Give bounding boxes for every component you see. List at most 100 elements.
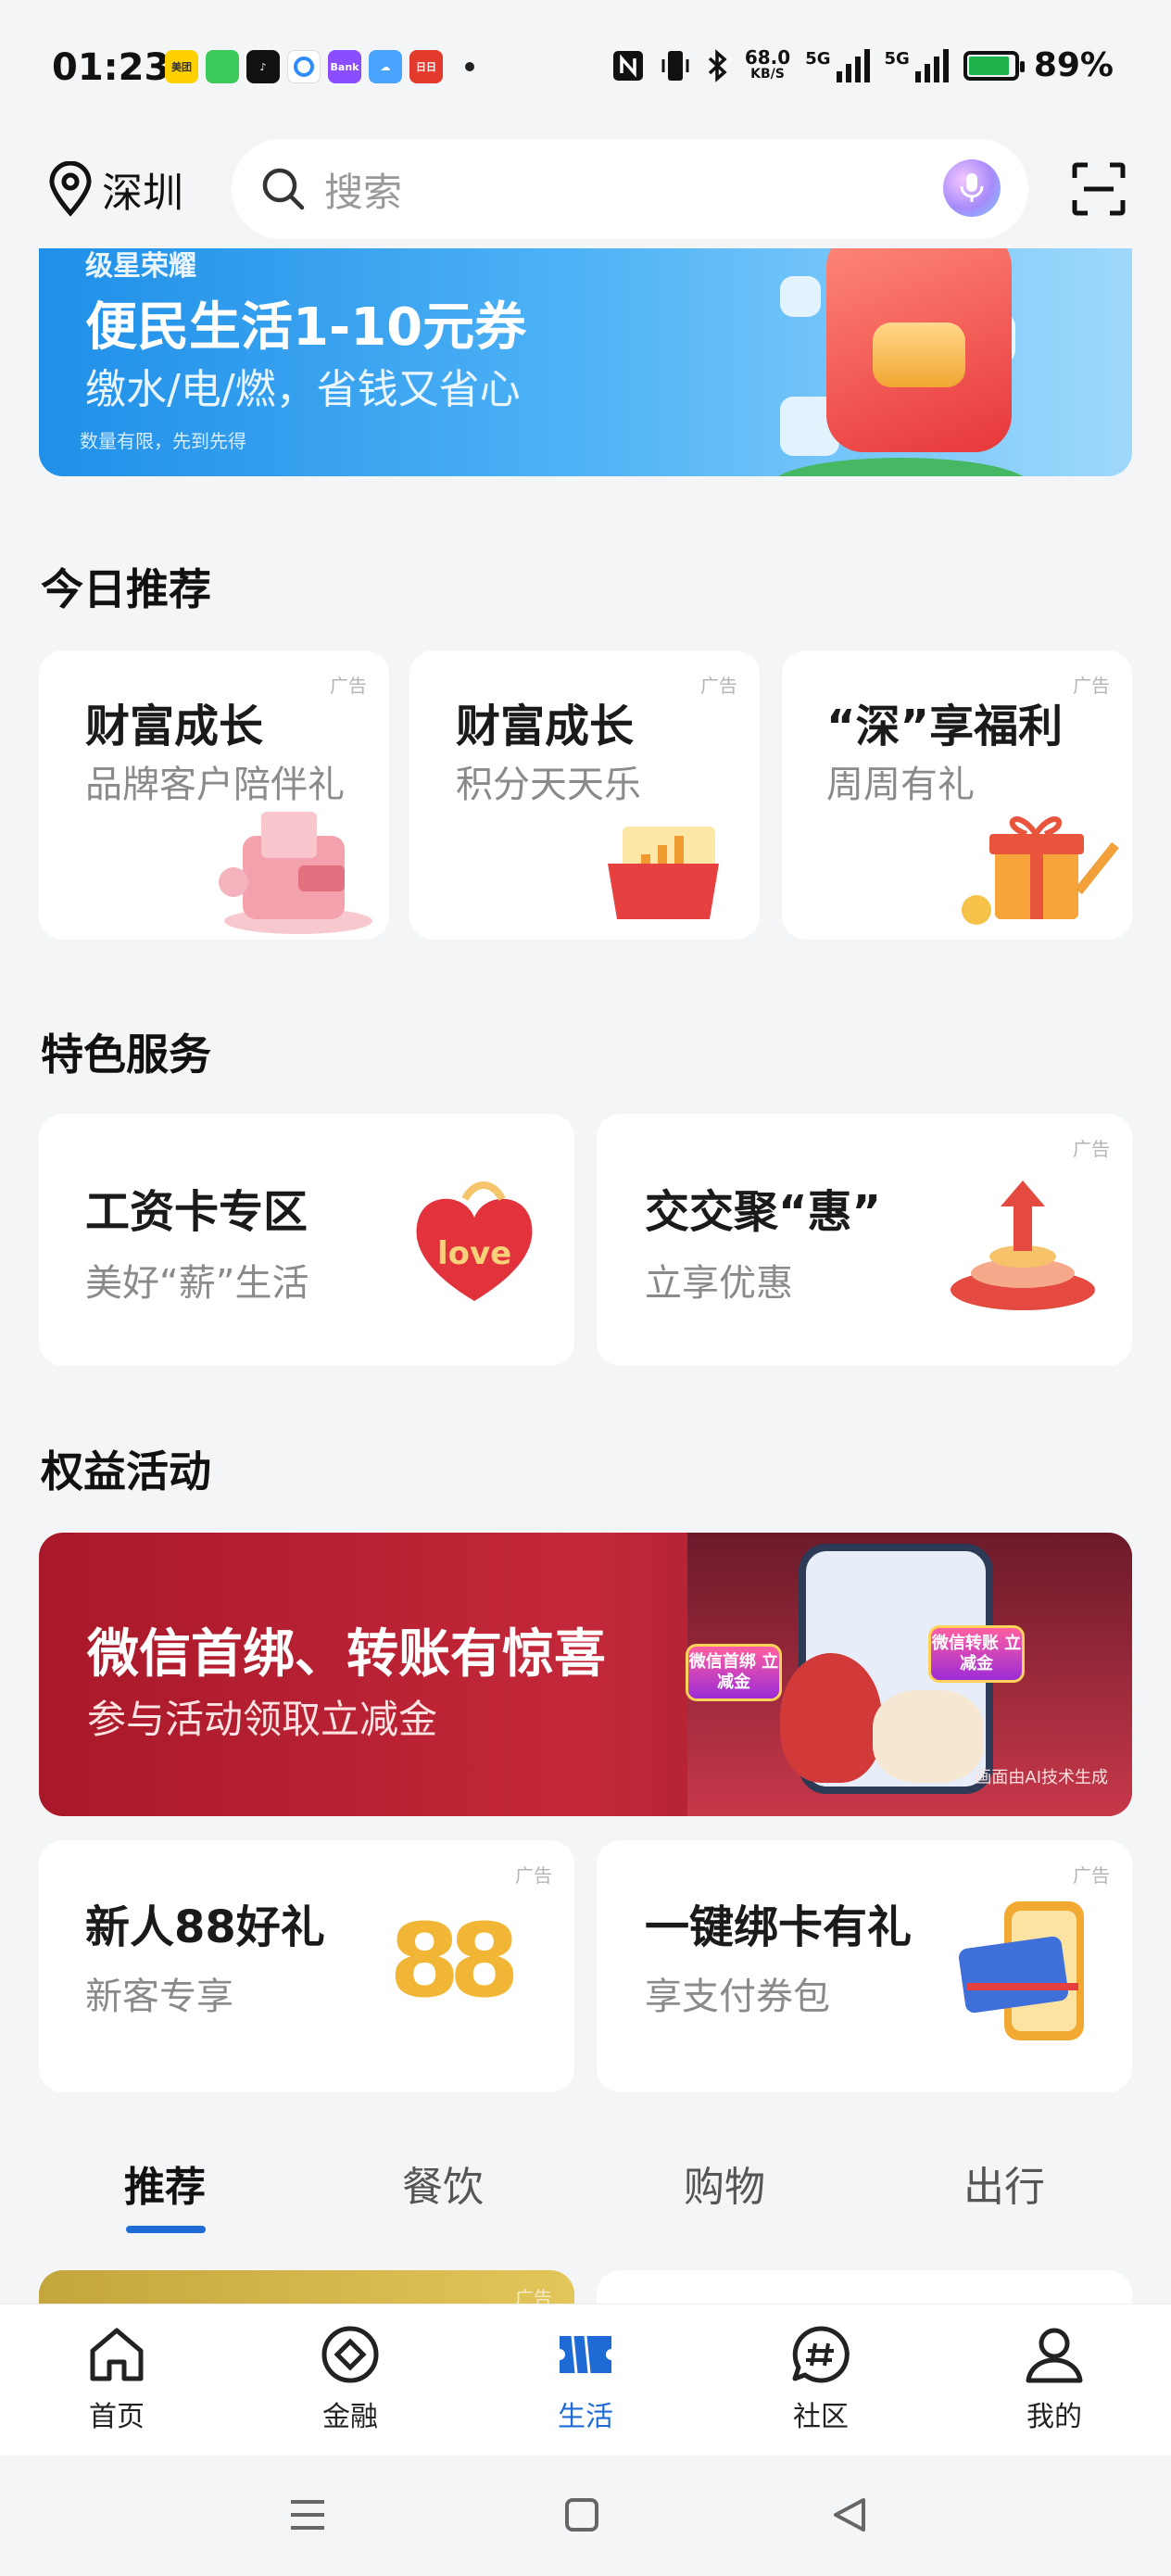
finance-icon — [321, 2326, 379, 2383]
card-title: 财富成长 — [456, 701, 635, 752]
search-bar[interactable]: 搜索 — [232, 139, 1028, 239]
back-icon[interactable] — [830, 2494, 871, 2535]
location-label: 深圳 — [102, 170, 183, 217]
today-card-3[interactable]: 广告 “深”享福利 周周有礼 — [782, 650, 1132, 940]
nav-home[interactable]: 首页 — [43, 2323, 191, 2434]
folder-chart-illustration — [608, 827, 719, 919]
tab-recommend[interactable]: 推荐 — [124, 2153, 206, 2213]
card-title: 一键绑卡有礼 — [645, 1901, 913, 1953]
ad-label: 广告 — [1073, 675, 1110, 697]
gift-box-illustration — [962, 816, 1119, 925]
ad-label: 广告 — [330, 675, 367, 697]
more-notifications-dot — [465, 62, 474, 71]
voice-search-icon[interactable] — [943, 159, 1001, 217]
location-selector[interactable]: 深圳 — [46, 159, 183, 219]
banner-title: 便民生活1-10元券 — [85, 297, 527, 358]
utility-coupon-banner[interactable]: 级星荣耀 便民生活1-10元券 缴水/电/燃，省钱又省心 数量有限，先到先得 — [39, 248, 1132, 476]
horse-illustration — [873, 1690, 984, 1783]
weather-icon: ☁ — [369, 50, 402, 83]
browser-icon — [287, 50, 321, 83]
profile-icon — [1026, 2328, 1083, 2383]
section-title-services: 特色服务 — [41, 1029, 211, 1080]
ai-generated-note: 画面由AI技术生成 — [975, 1768, 1108, 1787]
nav-label: 我的 — [1026, 2401, 1082, 2433]
news-icon: 日日 — [409, 50, 443, 83]
electricity-icon — [780, 276, 821, 317]
grass-mound-illustration — [771, 458, 1030, 476]
search-placeholder: 搜索 — [324, 169, 403, 215]
section-title-today: 今日推荐 — [41, 564, 211, 614]
phone-bank-card-illustration — [958, 1901, 1084, 2040]
messages-icon — [206, 50, 239, 83]
card-subtitle: 美好“薪”生活 — [85, 1262, 309, 1305]
tab-travel[interactable]: 出行 — [963, 2153, 1045, 2213]
signal-sim1-icon: 5G — [805, 48, 870, 82]
search-icon — [262, 168, 305, 210]
status-indicators: 68.0 KB/S 5G 5G 89% — [611, 46, 1114, 84]
service-card-traffic[interactable]: 广告 交交聚“惠” 立享优惠 — [597, 1114, 1132, 1366]
status-bar: 01:23 美团 ♪ Bank ☁ 日日 68.0 KB/S 5G 5G 89% — [0, 0, 1171, 139]
system-navigation-bar — [0, 2456, 1171, 2576]
card-title: “深”享福利 — [826, 701, 1064, 752]
tab-dining[interactable]: 餐饮 — [402, 2153, 484, 2213]
top-header: 深圳 搜索 — [0, 139, 1171, 250]
card-subtitle: 享支付券包 — [645, 1976, 830, 2018]
card-title: 工资卡专区 — [85, 1186, 308, 1238]
nav-label: 社区 — [793, 2401, 849, 2433]
battery-icon — [963, 50, 1025, 81]
banner-brand-text: 级星荣耀 — [85, 250, 196, 283]
banner-subtitle: 缴水/电/燃，省钱又省心 — [85, 366, 521, 413]
banner-subtitle: 参与活动领取立减金 — [87, 1697, 438, 1742]
vibrate-icon — [661, 50, 689, 81]
today-card-1[interactable]: 广告 财富成长 品牌客户陪伴礼 — [39, 650, 389, 940]
status-time: 01:23 — [52, 46, 170, 89]
location-pin-icon — [49, 161, 92, 217]
card-subtitle: 新客专享 — [85, 1976, 233, 2018]
signal-sim2-icon: 5G — [885, 48, 949, 82]
menu-icon[interactable] — [287, 2496, 328, 2533]
heart-gift-box-illustration: love — [416, 1181, 533, 1301]
nav-life[interactable]: 生活 — [511, 2323, 660, 2434]
card-subtitle: 积分天天乐 — [456, 764, 641, 806]
network-speed: 68.0 KB/S — [744, 45, 791, 82]
wechat-badge-right: 微信转账 立减金 — [928, 1625, 1025, 1683]
tab-shopping[interactable]: 购物 — [684, 2153, 765, 2213]
nav-label: 生活 — [558, 2401, 613, 2433]
ad-label: 广告 — [1073, 1864, 1110, 1887]
card-title: 交交聚“惠” — [645, 1186, 882, 1238]
nav-label: 首页 — [89, 2401, 145, 2433]
home-button-icon[interactable] — [563, 2496, 600, 2533]
status-app-icons: 美团 ♪ Bank ☁ 日日 — [165, 50, 474, 83]
rights-card-newcomer[interactable]: 广告 新人88好礼 新客专享 88 — [39, 1840, 574, 2092]
rights-card-bind-card[interactable]: 广告 一键绑卡有礼 享支付券包 — [597, 1840, 1132, 2092]
home-icon — [90, 2328, 144, 2381]
service-card-salary[interactable]: 工资卡专区 美好“薪”生活 love — [39, 1114, 574, 1366]
community-icon — [792, 2326, 850, 2383]
card-subtitle: 立享优惠 — [645, 1262, 793, 1305]
wechat-binding-banner[interactable]: 广告 微信首绑、转账有惊喜 参与活动领取立减金 微信首绑 立减金 微信转账 立减… — [39, 1533, 1132, 1816]
life-icon — [560, 2335, 611, 2374]
meituan-icon: 美团 — [165, 50, 198, 83]
scan-icon[interactable] — [1071, 161, 1127, 217]
nfc-icon — [612, 50, 643, 81]
ad-label: 广告 — [700, 675, 737, 697]
tiktok-icon: ♪ — [246, 50, 280, 83]
nav-label: 金融 — [322, 2401, 378, 2433]
nav-finance[interactable]: 金融 — [276, 2323, 424, 2434]
battery-percent: 89% — [1033, 46, 1114, 84]
ad-label: 广告 — [515, 1864, 552, 1887]
today-card-2[interactable]: 广告 财富成长 积分天天乐 — [409, 650, 760, 940]
banner-note: 数量有限，先到先得 — [80, 430, 246, 452]
section-title-rights: 权益活动 — [41, 1446, 211, 1496]
ad-label: 广告 — [1073, 1138, 1110, 1160]
wallet-gift-illustration — [219, 812, 372, 934]
bank-icon: Bank — [328, 50, 361, 83]
nav-profile[interactable]: 我的 — [980, 2323, 1128, 2434]
bottom-navigation: 首页 金融 生活 社区 我的 — [0, 2304, 1171, 2456]
banner-title: 微信首绑、转账有惊喜 — [87, 1624, 606, 1685]
card-title: 财富成长 — [85, 701, 264, 752]
bluetooth-icon — [708, 48, 727, 82]
svg-text:love: love — [437, 1235, 511, 1272]
podium-arrow-illustration — [951, 1181, 1095, 1310]
nav-community[interactable]: 社区 — [747, 2323, 895, 2434]
